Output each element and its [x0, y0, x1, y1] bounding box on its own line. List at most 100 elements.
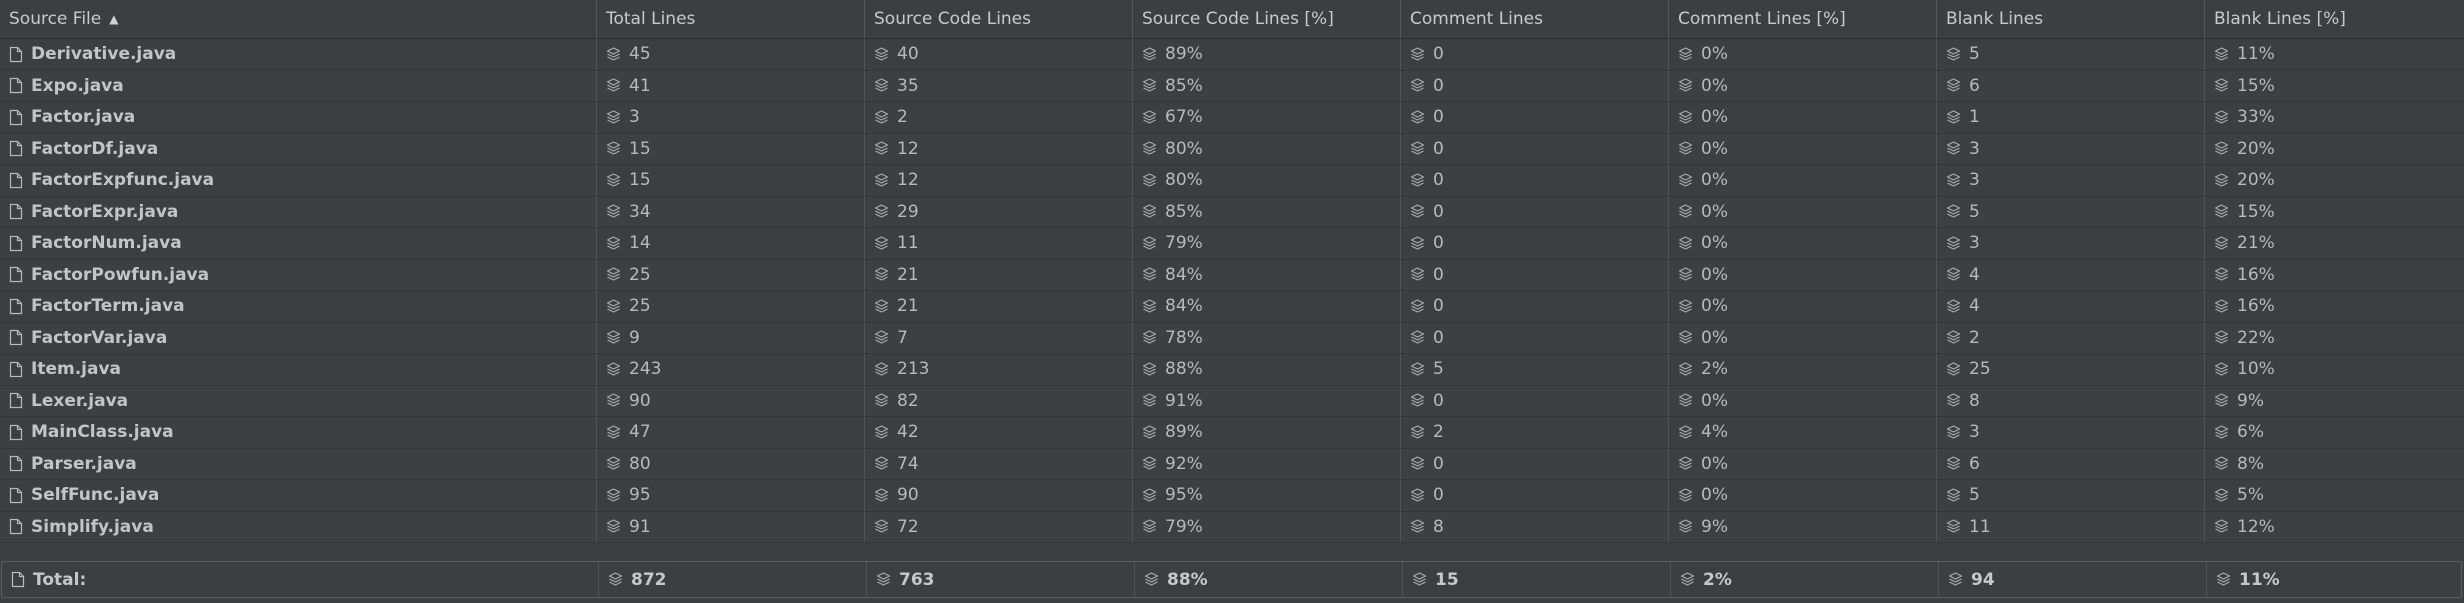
- comment-lines-cell: 5: [1401, 354, 1669, 385]
- layers-icon: [876, 572, 891, 586]
- table-row[interactable]: Item.java 243 213 88% 5 2% 25 10%: [0, 354, 2464, 386]
- column-header-label: Total Lines: [606, 9, 696, 29]
- metric-value: 3: [1969, 422, 1980, 443]
- column-header-blank-lines[interactable]: Blank Lines: [1937, 0, 2205, 38]
- metric-value: 15: [629, 138, 651, 159]
- metric-value: 0%: [1701, 485, 1728, 506]
- file-name-cell: Factor.java: [0, 102, 597, 133]
- layers-icon: [1410, 425, 1425, 439]
- file-icon: [9, 519, 23, 535]
- column-header-comment-lines[interactable]: Comment Lines: [1401, 0, 1669, 38]
- code-lines-cell: 90: [865, 480, 1133, 511]
- column-header-source-file[interactable]: Source File ▲: [0, 0, 597, 38]
- total-row[interactable]: Total: 872 763 88% 15 2% 94 11%: [1, 561, 2462, 598]
- metric-value: 0%: [1701, 327, 1728, 348]
- table-row[interactable]: Parser.java 80 74 92% 0 0% 6 8%: [0, 448, 2464, 480]
- table-row[interactable]: MainClass.java 47 42 89% 2 4% 3 6%: [0, 417, 2464, 449]
- column-header-blank-lines-pct[interactable]: Blank Lines [%]: [2205, 0, 2464, 38]
- metric-value: 79%: [1165, 233, 1203, 254]
- column-header-comment-lines-pct[interactable]: Comment Lines [%]: [1669, 0, 1937, 38]
- metric-value: 84%: [1165, 296, 1203, 317]
- blank-lines-cell: 5: [1937, 480, 2205, 511]
- metric-value: 35: [897, 75, 919, 96]
- comment-lines-pct-cell: 0%: [1669, 102, 1937, 133]
- column-header-label: Comment Lines: [1410, 9, 1543, 29]
- metric-value: 8%: [2237, 453, 2264, 474]
- layers-icon: [2214, 204, 2229, 218]
- layers-icon: [1678, 425, 1693, 439]
- file-name: SelfFunc.java: [31, 485, 160, 506]
- metric-value: 12%: [2237, 516, 2275, 537]
- layers-icon: [1678, 47, 1693, 61]
- file-name-cell: FactorNum.java: [0, 228, 597, 259]
- metric-value: 85%: [1165, 75, 1203, 96]
- table-row[interactable]: Expo.java 41 35 85% 0 0% 6 15%: [0, 70, 2464, 102]
- table-row[interactable]: SelfFunc.java 95 90 95% 0 0% 5 5%: [0, 480, 2464, 512]
- metric-value: 8: [1969, 390, 1980, 411]
- metric-value: 0%: [1701, 264, 1728, 285]
- code-lines-pct-cell: 95%: [1133, 480, 1401, 511]
- table-row[interactable]: FactorTerm.java 25 21 84% 0 0% 4 16%: [0, 291, 2464, 323]
- total-lines-cell: 14: [597, 228, 865, 259]
- metric-value: 15%: [2237, 201, 2275, 222]
- column-header-source-code-lines-pct[interactable]: Source Code Lines [%]: [1133, 0, 1401, 38]
- file-icon: [9, 109, 23, 125]
- file-name: FactorVar.java: [31, 327, 168, 348]
- layers-icon: [1678, 173, 1693, 187]
- layers-icon: [2214, 519, 2229, 533]
- comment-lines-cell: 0: [1401, 228, 1669, 259]
- layers-icon: [1410, 78, 1425, 92]
- column-header-total-lines[interactable]: Total Lines: [597, 0, 865, 38]
- layers-icon: [1946, 330, 1961, 344]
- metric-value: 9%: [1701, 516, 1728, 537]
- column-header-source-code-lines[interactable]: Source Code Lines: [865, 0, 1133, 38]
- layers-icon: [1142, 330, 1157, 344]
- blank-lines-pct-cell: 10%: [2205, 354, 2464, 385]
- file-name: Factor.java: [31, 107, 136, 128]
- layers-icon: [1142, 393, 1157, 407]
- table-row[interactable]: FactorDf.java 15 12 80% 0 0% 3 20%: [0, 133, 2464, 165]
- file-name: FactorDf.java: [31, 138, 159, 159]
- layers-icon: [606, 362, 621, 376]
- layers-icon: [1946, 362, 1961, 376]
- table-row[interactable]: Factor.java 3 2 67% 0 0% 1 33%: [0, 102, 2464, 134]
- total-blank-lines-pct: 11%: [2207, 562, 2464, 597]
- file-name-cell: FactorDf.java: [0, 133, 597, 164]
- table-row[interactable]: FactorVar.java 9 7 78% 0 0% 2 22%: [0, 322, 2464, 354]
- metric-value: 15: [629, 170, 651, 191]
- file-name-cell: MainClass.java: [0, 417, 597, 448]
- table-row[interactable]: FactorExpr.java 34 29 85% 0 0% 5 15%: [0, 196, 2464, 228]
- metric-value: 5: [1969, 44, 1980, 65]
- metric-value: 3: [1969, 138, 1980, 159]
- file-name: FactorTerm.java: [31, 296, 185, 317]
- total-code-lines: 763: [867, 562, 1135, 597]
- total-lines-cell: 3: [597, 102, 865, 133]
- metric-value: 88%: [1165, 359, 1203, 380]
- table-row[interactable]: Simplify.java 91 72 79% 8 9% 11 12%: [0, 511, 2464, 543]
- code-lines-pct-cell: 91%: [1133, 385, 1401, 416]
- layers-icon: [1946, 236, 1961, 250]
- layers-icon: [2214, 488, 2229, 502]
- code-lines-pct-cell: 80%: [1133, 165, 1401, 196]
- blank-lines-pct-cell: 20%: [2205, 165, 2464, 196]
- total-value: 15: [1435, 569, 1459, 590]
- sort-ascending-icon: ▲: [109, 12, 119, 26]
- code-lines-cell: 74: [865, 448, 1133, 479]
- layers-icon: [874, 393, 889, 407]
- total-value: 872: [631, 569, 667, 590]
- comment-lines-pct-cell: 0%: [1669, 259, 1937, 290]
- table-row[interactable]: Lexer.java 90 82 91% 0 0% 8 9%: [0, 385, 2464, 417]
- layers-icon: [1412, 572, 1427, 586]
- blank-lines-pct-cell: 11%: [2205, 39, 2464, 70]
- file-name: MainClass.java: [31, 422, 174, 443]
- table-row[interactable]: FactorExpfunc.java 15 12 80% 0 0% 3 20%: [0, 165, 2464, 197]
- total-value: 2%: [1703, 569, 1732, 590]
- blank-lines-cell: 5: [1937, 39, 2205, 70]
- layers-icon: [608, 572, 623, 586]
- layers-icon: [874, 141, 889, 155]
- table-row[interactable]: FactorPowfun.java 25 21 84% 0 0% 4 16%: [0, 259, 2464, 291]
- table-row[interactable]: FactorNum.java 14 11 79% 0 0% 3 21%: [0, 228, 2464, 260]
- table-row[interactable]: Derivative.java 45 40 89% 0 0% 5 11%: [0, 39, 2464, 71]
- code-lines-cell: 12: [865, 165, 1133, 196]
- layers-icon: [606, 519, 621, 533]
